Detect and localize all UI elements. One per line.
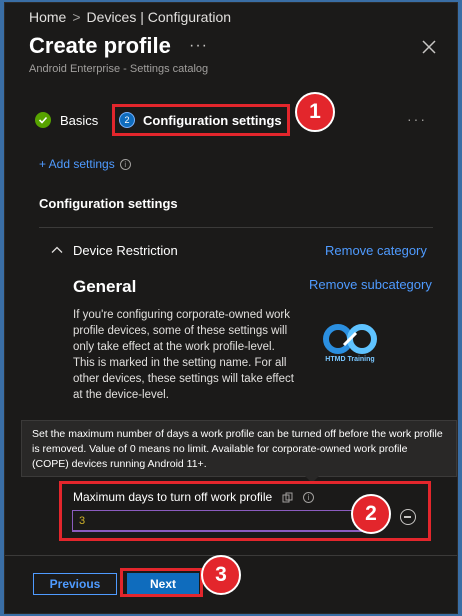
create-profile-panel: Home > Devices | Configuration Create prof… (4, 2, 458, 614)
annotation-badge-2: 2 (351, 494, 391, 534)
add-settings-link[interactable]: + Add settings i (39, 157, 131, 171)
breadcrumb-home[interactable]: Home (29, 9, 66, 25)
annotation-box-3 (120, 568, 203, 597)
subcategory-title: General (73, 277, 137, 296)
chevron-up-icon[interactable] (51, 244, 63, 256)
close-icon[interactable] (419, 37, 439, 57)
section-heading: Configuration settings (39, 196, 178, 211)
step-basics-label: Basics (60, 112, 99, 128)
info-icon[interactable]: i (119, 158, 131, 170)
add-settings-label: + Add settings (39, 157, 115, 171)
more-options-icon[interactable]: ··· (189, 37, 208, 55)
remove-subcategory-link[interactable]: Remove subcategory (309, 277, 432, 292)
steps-more-icon[interactable]: ··· (407, 111, 427, 127)
category-title[interactable]: Device Restriction (73, 243, 178, 258)
checkmark-icon (35, 112, 51, 128)
remove-category-link[interactable]: Remove category (325, 243, 427, 258)
htmd-logo: HTMD Training (318, 323, 382, 369)
annotation-badge-1: 1 (295, 92, 335, 132)
breadcrumb-current[interactable]: Devices | Configuration (87, 9, 231, 25)
breadcrumb-separator: > (72, 9, 81, 25)
setting-tooltip: Set the maximum number of days a work pr… (21, 420, 457, 477)
annotation-badge-3: 3 (201, 555, 241, 595)
step-basics[interactable]: Basics (35, 112, 98, 128)
page-title: Create profile (29, 33, 171, 58)
breadcrumb: Home > Devices | Configuration (29, 9, 231, 25)
divider (39, 227, 433, 228)
logo-text: HTMD Training (325, 356, 375, 363)
previous-button[interactable]: Previous (33, 573, 117, 595)
annotation-box-1 (112, 104, 290, 136)
footer-divider (5, 555, 457, 556)
subcategory-description: If you're configuring corporate-owned wo… (73, 309, 294, 401)
page-subtitle: Android Enterprise - Settings catalog (29, 63, 209, 75)
